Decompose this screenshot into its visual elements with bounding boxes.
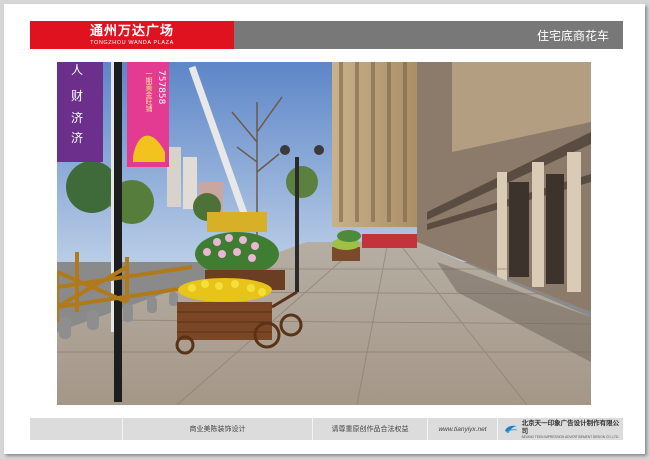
company-logo-icon: [504, 425, 517, 434]
title-bar: 住宅底商花车: [234, 21, 623, 49]
footer-bar: 商业美陈装饰设计 请尊重原创作品合法权益 www.tianyiyx.net 北京…: [30, 418, 623, 440]
company-logo: 北京天一印象广告设计制作有限公司 BEIJING TEEN IMPRESSION…: [497, 418, 623, 440]
brand-name-cn: 通州万达广场: [89, 24, 174, 39]
residential-tower: [332, 62, 427, 227]
footer-item-design: 商业美陈装饰设计: [122, 418, 312, 440]
page-sheet: 通州万达广场 TONGZHOU WANDA PLAZA 住宅底商花车 人 财 济…: [4, 4, 645, 454]
banner-left-char: 财: [71, 89, 83, 103]
crane-base: [207, 212, 267, 232]
banner-left-char: 济: [71, 130, 83, 145]
distant-vehicles: [362, 234, 417, 248]
tree: [286, 166, 318, 198]
banner-right-text: 一期黄金旺铺: [145, 70, 153, 113]
banner-left-char: 济: [71, 110, 83, 125]
lamp-post: [114, 62, 122, 402]
company-name-cn: 北京天一印象广告设计制作有限公司: [521, 419, 620, 435]
footer-item-copyright: 请尊重原创作品合法权益: [312, 418, 427, 440]
footer-spacer: [30, 418, 122, 440]
banner-left-char: 人: [71, 63, 83, 77]
brand-logo: 通州万达广场 TONGZHOU WANDA PLAZA: [30, 21, 234, 49]
company-name-en: BEIJING TEEN IMPRESSION ADVERTISEMENT DE…: [521, 435, 620, 439]
page-title: 住宅底商花车: [536, 28, 609, 43]
street-lamp: [295, 157, 299, 292]
far-building: [167, 147, 181, 207]
banner-right-number: 757858: [156, 70, 166, 105]
tree: [66, 161, 118, 213]
photo-illustration: 人 财 济 济 757858 一期黄金旺铺: [57, 62, 591, 405]
street-photo: 人 财 济 济 757858 一期黄金旺铺: [57, 62, 591, 405]
footer-website[interactable]: www.tianyiyx.net: [427, 418, 497, 440]
brand-name-en: TONGZHOU WANDA PLAZA: [90, 40, 174, 46]
